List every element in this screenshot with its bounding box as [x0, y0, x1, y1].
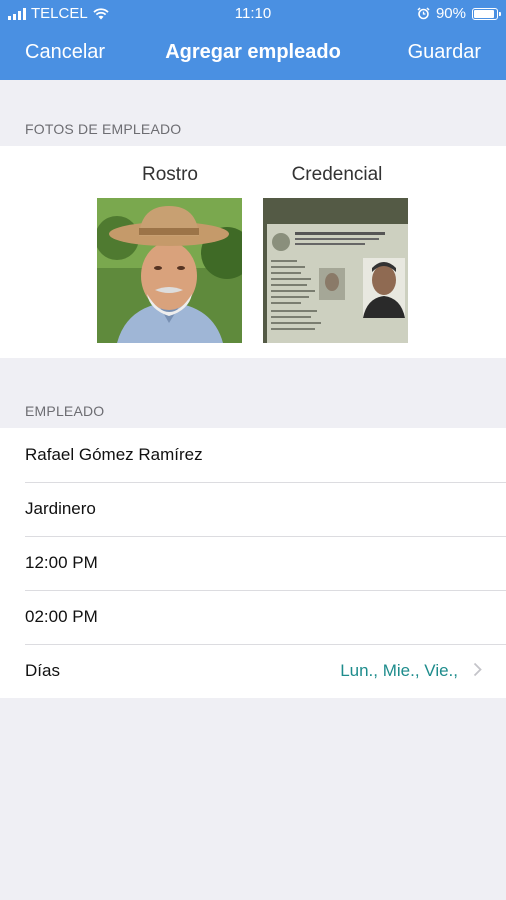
start-time-text: 12:00 PM — [25, 553, 98, 572]
status-bar: TELCEL 11:10 90% — [0, 0, 506, 28]
employee-position-text: Jardinero — [25, 499, 96, 518]
status-right: 90% — [417, 5, 501, 22]
id-photo-label: Credencial — [291, 164, 383, 185]
battery-icon — [472, 7, 501, 20]
face-photo[interactable] — [97, 198, 242, 343]
cancel-button[interactable]: Cancelar — [25, 41, 105, 64]
start-time-field[interactable]: 12:00 PM — [0, 536, 506, 590]
end-time-field[interactable]: 02:00 PM — [0, 590, 506, 644]
employee-name-text: Rafael Gómez Ramírez — [25, 445, 203, 464]
employee-list: Rafael Gómez Ramírez Jardinero 12:00 PM … — [0, 428, 506, 698]
id-card-image — [263, 198, 408, 343]
employee-section-header: EMPLEADO — [25, 403, 105, 419]
days-value: Lun., Mie., Vie., — [340, 661, 458, 680]
photos-section-header: FOTOS DE EMPLEADO — [25, 121, 182, 137]
end-time-text: 02:00 PM — [25, 607, 98, 626]
chevron-right-icon — [473, 662, 482, 677]
employee-position-field[interactable]: Jardinero — [0, 482, 506, 536]
alarm-icon — [417, 7, 430, 20]
navigation-bar: Cancelar Agregar empleado Guardar — [0, 28, 506, 80]
id-card-photo[interactable] — [263, 198, 408, 343]
employee-name-field[interactable]: Rafael Gómez Ramírez — [0, 428, 506, 482]
days-label: Días — [25, 661, 60, 680]
face-photo-label: Rostro — [142, 164, 198, 185]
photos-card: Rostro Credencial — [0, 146, 506, 358]
save-button[interactable]: Guardar — [408, 41, 481, 64]
days-row[interactable]: Días Lun., Mie., Vie., — [0, 644, 506, 698]
battery-percent: 90% — [435, 5, 466, 22]
face-photo-image — [97, 198, 242, 343]
